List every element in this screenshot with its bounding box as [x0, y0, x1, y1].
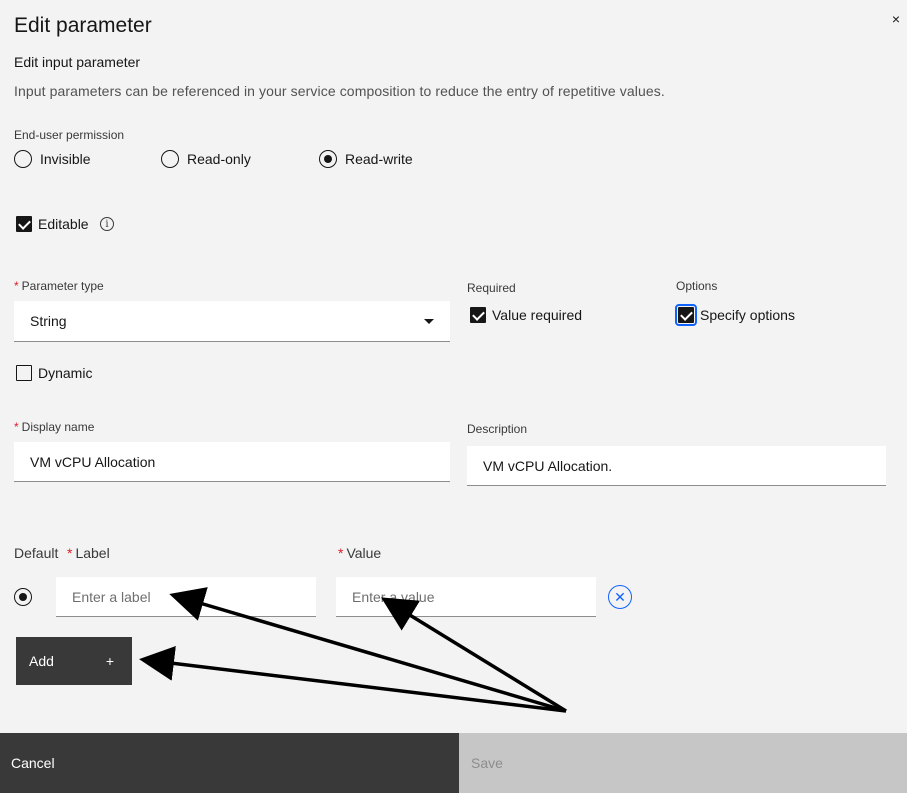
save-button[interactable]: Save — [459, 733, 907, 793]
arrow-to-add-button — [139, 646, 567, 713]
arrow-to-value-field — [381, 597, 567, 713]
annotation-arrows — [139, 587, 567, 713]
cancel-button[interactable]: Cancel — [0, 733, 459, 793]
arrow-to-label-field — [169, 587, 567, 713]
